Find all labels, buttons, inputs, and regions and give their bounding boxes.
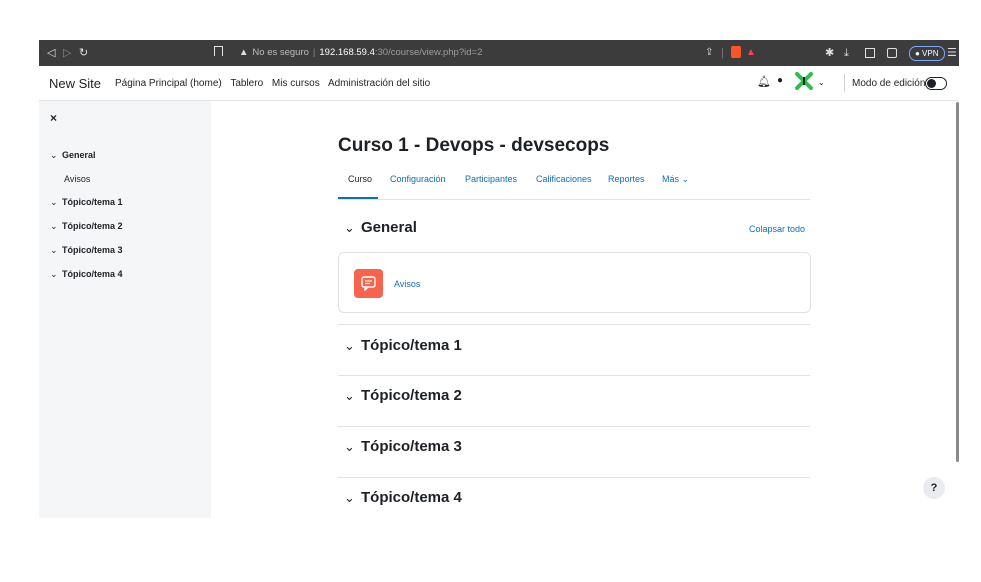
- section-divider: [338, 324, 810, 325]
- back-icon[interactable]: ◁: [47, 46, 55, 60]
- forward-icon[interactable]: ▷: [63, 46, 71, 60]
- chat-icon[interactable]: ●: [777, 75, 783, 86]
- drawer-section-label: Tópico/tema 4: [62, 269, 123, 279]
- url-separator: |: [312, 47, 316, 58]
- tab-course[interactable]: Curso: [348, 174, 372, 184]
- extensions-icon[interactable]: ✱: [825, 46, 834, 60]
- drawer-section-topic-2[interactable]: ⌄ Tópico/tema 2: [50, 221, 123, 232]
- primary-navigation: Página Principal (home) Tablero Mis curs…: [115, 78, 436, 89]
- tab-reports[interactable]: Reportes: [608, 174, 645, 184]
- chevron-down-icon[interactable]: ⌄: [50, 197, 62, 208]
- warning-icon: ▲: [239, 47, 249, 58]
- brave-rewards-icon[interactable]: ▲: [746, 46, 756, 60]
- chrome-divider: |: [721, 47, 724, 59]
- download-icon[interactable]: ⤓: [844, 46, 849, 60]
- navbar-divider: [844, 74, 845, 92]
- forum-icon: [354, 269, 383, 298]
- bell-icon[interactable]: 🔔︎: [757, 75, 771, 88]
- chevron-down-icon[interactable]: ⌄: [344, 490, 361, 506]
- sidebar-icon[interactable]: [865, 48, 875, 58]
- url-path: :30/course/view.php?id=2: [374, 47, 483, 58]
- reload-icon[interactable]: ↻: [79, 46, 88, 60]
- help-button[interactable]: ?: [923, 477, 945, 499]
- section-divider: [338, 477, 810, 478]
- chevron-down-icon[interactable]: ⌄: [344, 220, 361, 236]
- nav-link-site-admin[interactable]: Administración del sitio: [328, 78, 430, 89]
- section-divider: [338, 426, 810, 427]
- tab-participants[interactable]: Participantes: [465, 174, 517, 184]
- url-host: 192.168.59.4: [319, 47, 375, 58]
- collapse-all-link[interactable]: Colapsar todo: [749, 224, 805, 234]
- section-general[interactable]: ⌄ General: [344, 219, 417, 236]
- activity-link-avisos[interactable]: Avisos: [394, 279, 420, 289]
- drawer-section-label: General: [62, 150, 96, 160]
- vpn-badge[interactable]: ● VPN: [909, 46, 945, 61]
- tabs-divider: [338, 199, 810, 200]
- drawer-section-topic-3[interactable]: ⌄ Tópico/tema 3: [50, 245, 123, 256]
- wallet-icon[interactable]: [887, 48, 897, 58]
- edit-mode-label: Modo de edición: [852, 78, 926, 89]
- chevron-down-icon[interactable]: ⌄: [344, 439, 361, 455]
- section-topic-3[interactable]: ⌄ Tópico/tema 3: [344, 438, 462, 455]
- drawer-section-label: Tópico/tema 1: [62, 197, 123, 207]
- section-title: Tópico/tema 1: [361, 337, 462, 354]
- drawer-section-topic-1[interactable]: ⌄ Tópico/tema 1: [50, 197, 123, 208]
- section-topic-1[interactable]: ⌄ Tópico/tema 1: [344, 337, 462, 354]
- nav-link-home[interactable]: Página Principal (home): [115, 78, 222, 89]
- chevron-down-icon[interactable]: ⌄: [818, 78, 825, 87]
- activity-card[interactable]: Avisos: [338, 252, 811, 313]
- chevron-down-icon[interactable]: ⌄: [50, 245, 62, 256]
- drawer-section-general[interactable]: ⌄ General: [50, 150, 96, 161]
- drawer-section-label: Tópico/tema 3: [62, 245, 123, 255]
- site-navbar: New Site Página Principal (home) Tablero…: [39, 66, 959, 101]
- nav-link-my-courses[interactable]: Mis cursos: [272, 78, 320, 89]
- browser-toolbar: ◁ ▷ ↻ ▲ No es seguro | 192.168.59.4:30/cour…: [39, 40, 959, 66]
- menu-icon[interactable]: ☰: [947, 46, 957, 60]
- section-divider: [338, 375, 810, 376]
- browser-window: ◁ ▷ ↻ ▲ No es seguro | 192.168.59.4:30/cour…: [39, 40, 959, 518]
- chevron-down-icon[interactable]: ⌄: [344, 338, 361, 354]
- edit-mode-toggle[interactable]: [925, 77, 947, 90]
- security-status: No es seguro: [252, 47, 309, 58]
- course-index-drawer: × ⌄ General Avisos ⌄ Tópico/tema 1 ⌄ Tópico…: [39, 101, 211, 518]
- nav-link-dashboard[interactable]: Tablero: [230, 78, 263, 89]
- section-topic-2[interactable]: ⌄ Tópico/tema 2: [344, 387, 462, 404]
- close-icon[interactable]: ×: [50, 111, 57, 125]
- chevron-down-icon[interactable]: ⌄: [344, 388, 361, 404]
- section-title: Tópico/tema 4: [361, 489, 462, 506]
- page-scrollbar[interactable]: [956, 102, 959, 462]
- drawer-activity-avisos[interactable]: Avisos: [64, 174, 90, 184]
- brave-shield-icon[interactable]: [731, 46, 741, 58]
- share-icon[interactable]: ⇪: [705, 46, 713, 60]
- chevron-down-icon[interactable]: ⌄: [50, 221, 62, 232]
- chevron-down-icon[interactable]: ⌄: [50, 150, 62, 161]
- drawer-section-label: Tópico/tema 2: [62, 221, 123, 231]
- tab-grades[interactable]: Calificaciones: [536, 174, 592, 184]
- chevron-down-icon[interactable]: ⌄: [50, 269, 62, 280]
- section-title: Tópico/tema 3: [361, 438, 462, 455]
- page-title: Curso 1 - Devops - devsecops: [338, 135, 610, 156]
- bookmark-icon[interactable]: [214, 46, 223, 56]
- address-bar[interactable]: ▲ No es seguro | 192.168.59.4:30/course/vie…: [239, 40, 482, 66]
- section-title: Tópico/tema 2: [361, 387, 462, 404]
- section-topic-4[interactable]: ⌄ Tópico/tema 4: [344, 489, 462, 506]
- tab-more[interactable]: Más ⌄: [662, 174, 689, 185]
- section-title: General: [361, 219, 417, 236]
- user-avatar-icon[interactable]: [794, 71, 814, 94]
- site-name[interactable]: New Site: [49, 76, 101, 91]
- tab-settings[interactable]: Configuración: [390, 174, 446, 184]
- drawer-section-topic-4[interactable]: ⌄ Tópico/tema 4: [50, 269, 123, 280]
